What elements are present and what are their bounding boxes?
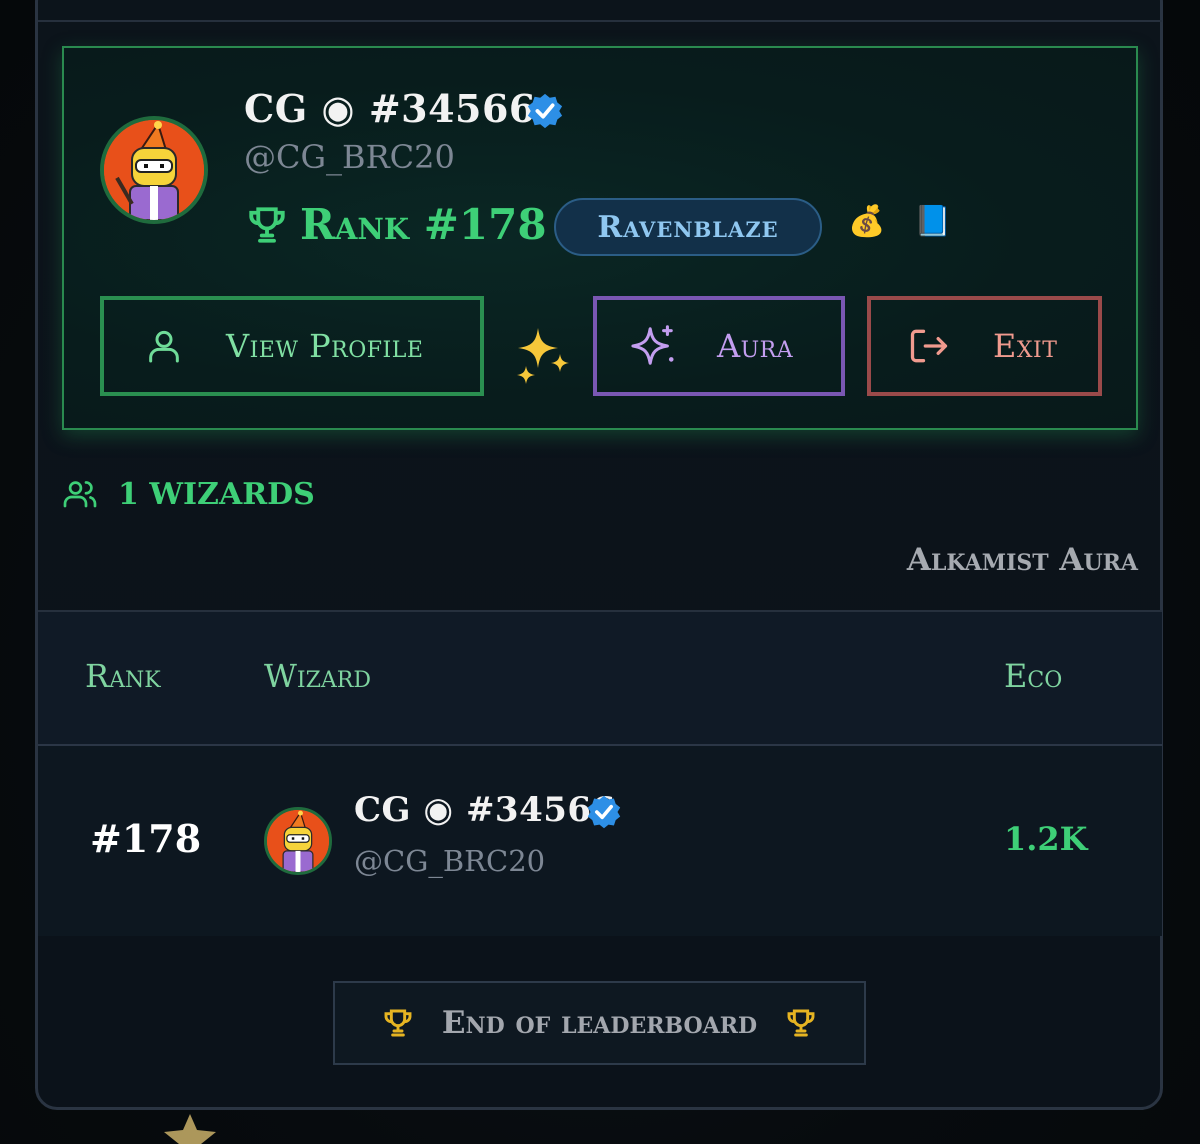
user-icon bbox=[149, 330, 179, 363]
aura-label: Aura bbox=[717, 327, 794, 365]
profile-name: CG ◉ #34566 bbox=[244, 86, 536, 131]
trophy-icon bbox=[249, 206, 285, 243]
star-icon bbox=[164, 1114, 216, 1144]
avatar[interactable] bbox=[100, 116, 208, 224]
users-icon bbox=[63, 481, 97, 508]
sparkles-icon bbox=[517, 328, 569, 384]
exit-button[interactable]: Exit bbox=[867, 296, 1102, 396]
end-label: End of leaderboard bbox=[441, 1005, 758, 1041]
exit-label: Exit bbox=[993, 327, 1058, 365]
rank-label: Rank #178 bbox=[300, 200, 547, 249]
top-divider bbox=[38, 20, 1162, 22]
column-header-wizard[interactable]: Wizard bbox=[264, 657, 371, 695]
alkamist-aura-label: Alkamist Aura bbox=[906, 542, 1138, 578]
end-of-leaderboard: End of leaderboard bbox=[333, 981, 866, 1065]
rank-display: Rank #178 bbox=[246, 200, 547, 249]
column-header-eco[interactable]: Eco bbox=[1004, 657, 1062, 695]
profile-handle[interactable]: @CG_BRC20 bbox=[244, 138, 455, 176]
row-eco: 1.2K bbox=[1004, 820, 1088, 858]
wizard-count: 1 WIZARDS bbox=[62, 476, 315, 512]
view-profile-button[interactable]: View Profile bbox=[100, 296, 484, 396]
table-header: Rank Wizard Eco bbox=[38, 610, 1162, 746]
trophy-icon bbox=[787, 1009, 815, 1037]
aura-button[interactable]: Aura bbox=[593, 296, 845, 396]
avatar-image bbox=[267, 810, 329, 872]
logout-icon bbox=[910, 329, 948, 363]
table-row[interactable]: #178 CG ◉ #34566 @CG_BRC20 1.2K bbox=[38, 746, 1162, 936]
verified-badge-icon bbox=[526, 92, 564, 134]
sparkle-icon bbox=[631, 325, 674, 365]
money-bag-icon: 💰 bbox=[848, 204, 886, 239]
row-wizard-name: CG ◉ #34566 bbox=[354, 790, 616, 830]
book-icon: 📘 bbox=[914, 204, 952, 239]
view-profile-label: View Profile bbox=[226, 327, 424, 365]
wizard-count-label: 1 WIZARDS bbox=[118, 476, 315, 512]
avatar-image bbox=[104, 120, 204, 220]
row-wizard-handle[interactable]: @CG_BRC20 bbox=[354, 844, 545, 878]
profile-card: CG ◉ #34566 @CG_BRC20 Rank #178 Ravenbla… bbox=[62, 46, 1138, 430]
verified-badge-icon bbox=[586, 794, 622, 834]
row-avatar[interactable] bbox=[264, 807, 332, 875]
trophy-icon bbox=[384, 1009, 412, 1037]
row-rank: #178 bbox=[90, 816, 202, 861]
column-header-rank[interactable]: Rank bbox=[85, 657, 161, 695]
guild-badge[interactable]: Ravenblaze bbox=[554, 198, 822, 256]
